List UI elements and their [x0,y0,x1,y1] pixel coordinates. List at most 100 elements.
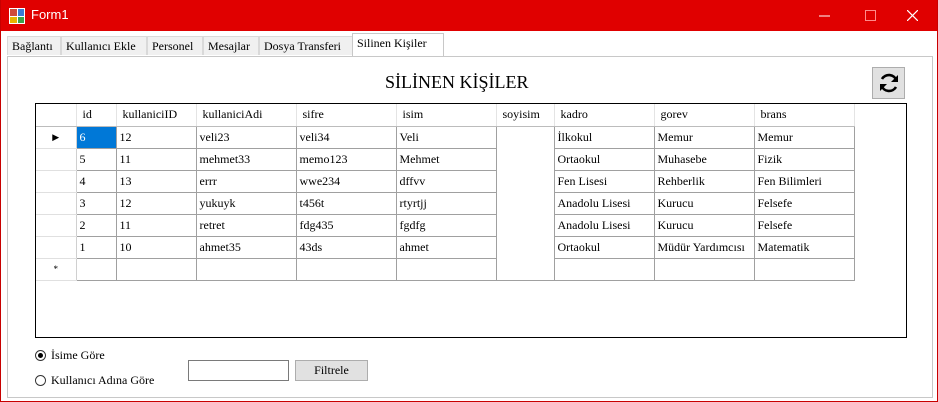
grid-cell-kadro[interactable]: Fen Lisesi [554,170,655,193]
row-header[interactable]: * [36,258,77,281]
grid-cell-soyisim[interactable] [496,192,555,214]
row-header[interactable] [36,236,77,259]
table-row[interactable]: 5 11 mehmet33 memo123 Mehmet Ortaokul Muhasebe… [36,148,855,171]
tab-personel[interactable]: Personel [147,36,203,55]
tab-kullanici-ekle[interactable]: Kullanıcı Ekle [61,36,147,55]
grid-cell-kullaniciid[interactable]: 10 [116,236,197,259]
grid-cell-gorev[interactable]: Muhasebe [654,148,755,171]
column-header-sifre[interactable]: sifre [296,104,397,127]
grid-cell-isim[interactable]: ahmet [396,236,497,259]
close-button[interactable] [889,0,935,31]
grid-cell-kadro[interactable]: Anadolu Lisesi [554,192,655,215]
radio-indicator[interactable] [35,350,46,361]
column-header-brans[interactable]: brans [754,104,855,127]
grid-cell-kullaniciid[interactable]: 12 [116,192,197,215]
grid-cell-kullaniciid[interactable]: 13 [116,170,197,193]
row-header[interactable]: ▶ [36,126,77,149]
grid-cell-id[interactable]: 1 [76,236,117,259]
grid-cell-kadro[interactable]: İlkokul [554,126,655,149]
grid-cell-kadro[interactable]: Ortaokul [554,236,655,259]
minimize-button[interactable] [801,0,847,31]
grid-cell-gorev[interactable]: Rehberlik [654,170,755,193]
grid-cell-kullaniciadi[interactable]: retret [196,214,297,237]
row-header[interactable] [36,214,77,237]
column-header-kullaniciadi[interactable]: kullaniciAdi [196,104,297,127]
grid-cell-id[interactable]: 3 [76,192,117,215]
row-header[interactable] [36,170,77,193]
grid-cell-gorev[interactable]: Kurucu [654,192,755,215]
grid-cell-isim[interactable]: fgdfg [396,214,497,237]
radio-kullanici-adina-gore[interactable]: Kullanıcı Adına Göre [35,373,154,388]
grid-cell-sifre[interactable]: wwe234 [296,170,397,193]
new-row-cell[interactable] [754,258,855,281]
grid-cell-sifre[interactable]: fdg435 [296,214,397,237]
grid-cell-soyisim[interactable] [496,170,555,192]
grid-cell-soyisim[interactable] [496,148,555,170]
new-row-cell[interactable] [554,258,655,281]
table-row[interactable]: ▶ 6 12 veli23 veli34 Veli İlkokul Memur Memur [36,126,855,149]
new-row-cell[interactable] [496,258,555,281]
title-bar[interactable]: Form1 [1,0,937,31]
grid-cell-kullaniciadi[interactable]: mehmet33 [196,148,297,171]
table-row[interactable]: 3 12 yukuyk t456t rtyrtjj Anadolu Lisesi Kuruc… [36,192,855,215]
refresh-button[interactable] [872,67,905,99]
column-header-soyisim[interactable]: soyisim [496,104,555,127]
grid-cell-kadro[interactable]: Anadolu Lisesi [554,214,655,237]
column-header-isim[interactable]: isim [396,104,497,127]
table-row[interactable]: 4 13 errr wwe234 dffvv Fen Lisesi Rehberlik Fen… [36,170,855,193]
new-row-cell[interactable] [396,258,497,281]
grid-cell-soyisim[interactable] [496,214,555,236]
grid-cell-kullaniciid[interactable]: 12 [116,126,197,149]
grid-cell-brans[interactable]: Fen Bilimleri [754,170,855,193]
grid-cell-kullaniciid[interactable]: 11 [116,214,197,237]
radio-indicator[interactable] [35,375,46,386]
grid-cell-soyisim[interactable] [496,236,555,258]
grid-cell-id[interactable]: 4 [76,170,117,193]
filter-input[interactable] [188,360,289,381]
grid-cell-id[interactable]: 6 [76,126,117,149]
table-row[interactable]: 2 11 retret fdg435 fgdfg Anadolu Lisesi Kurucu… [36,214,855,237]
grid-cell-sifre[interactable]: 43ds [296,236,397,259]
new-row-cell[interactable] [654,258,755,281]
grid-cell-brans[interactable]: Matematik [754,236,855,259]
grid-cell-isim[interactable]: Mehmet [396,148,497,171]
grid-cell-isim[interactable]: dffvv [396,170,497,193]
new-row-cell[interactable] [196,258,297,281]
tab-baglanti[interactable]: Bağlantı [7,36,61,55]
filter-button[interactable]: Filtrele [295,360,368,381]
grid-cell-gorev[interactable]: Kurucu [654,214,755,237]
row-header[interactable] [36,192,77,215]
new-row-cell[interactable] [296,258,397,281]
grid-cell-kullaniciadi[interactable]: veli23 [196,126,297,149]
table-row[interactable]: 1 10 ahmet35 43ds ahmet Ortaokul Müdür Yardımc… [36,236,855,259]
grid-cell-sifre[interactable]: t456t [296,192,397,215]
grid-cell-brans[interactable]: Felsefe [754,214,855,237]
tab-dosya-transferi[interactable]: Dosya Transferi [259,36,353,55]
tab-mesajlar[interactable]: Mesajlar [203,36,259,55]
grid-cell-id[interactable]: 5 [76,148,117,171]
new-row[interactable]: * [36,258,855,281]
grid-cell-soyisim[interactable] [496,126,555,148]
grid-cell-gorev[interactable]: Müdür Yardımcısı [654,236,755,259]
new-row-cell[interactable] [116,258,197,281]
grid-cell-brans[interactable]: Felsefe [754,192,855,215]
column-header-gorev[interactable]: gorev [654,104,755,127]
grid-cell-brans[interactable]: Fizik [754,148,855,171]
grid-cell-kadro[interactable]: Ortaokul [554,148,655,171]
grid-cell-brans[interactable]: Memur [754,126,855,149]
grid-cell-isim[interactable]: rtyrtjj [396,192,497,215]
column-header-kadro[interactable]: kadro [554,104,655,127]
grid-cell-kullaniciadi[interactable]: errr [196,170,297,193]
grid-cell-sifre[interactable]: veli34 [296,126,397,149]
grid-cell-sifre[interactable]: memo123 [296,148,397,171]
grid-cell-kullaniciadi[interactable]: ahmet35 [196,236,297,259]
grid-cell-gorev[interactable]: Memur [654,126,755,149]
radio-isime-gore[interactable]: İsime Göre [35,348,105,363]
grid-cell-kullaniciid[interactable]: 11 [116,148,197,171]
column-header-id[interactable]: id [76,104,117,127]
grid-cell-isim[interactable]: Veli [396,126,497,149]
deleted-users-grid[interactable]: id kullaniciID kullaniciAdi sifre isim s… [35,103,907,338]
new-row-cell[interactable] [76,258,117,281]
tab-silinen-kisiler[interactable]: Silinen Kişiler [352,33,444,56]
row-header-corner[interactable] [36,104,77,127]
